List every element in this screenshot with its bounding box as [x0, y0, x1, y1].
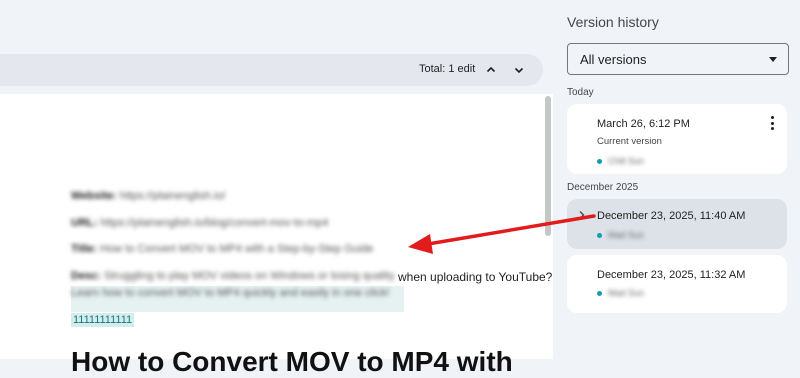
title-line: Title: How to Convert MOV to MP4 with a … — [71, 243, 373, 255]
url-line: URL: https://plainenglish.io/blog/conver… — [71, 217, 328, 229]
version-author: Mad Sun — [597, 230, 644, 240]
caret-down-icon — [769, 57, 777, 62]
group-label-today: Today — [567, 87, 594, 98]
url-label: URL: — [71, 217, 98, 229]
chevron-down-icon — [514, 67, 524, 74]
next-edit-button[interactable] — [509, 60, 529, 80]
panel-title: Version history — [567, 14, 659, 30]
version-author: Mad Sun — [597, 288, 644, 298]
desc-line: Desc: Struggling to play MOV videos on W… — [71, 270, 394, 282]
desc-visible-text: when uploading to YouTube? — [398, 270, 553, 284]
author-color-dot — [597, 158, 602, 164]
chevron-right-icon[interactable] — [578, 210, 586, 223]
url-value: https://plainenglish.io/blog/convert-mov… — [100, 217, 329, 229]
versions-filter-value: All versions — [580, 52, 647, 67]
version-card-selected[interactable]: December 23, 2025, 11:40 AM Mad Sun — [567, 199, 787, 249]
version-card[interactable]: December 23, 2025, 11:32 AM Mad Sun — [567, 255, 787, 313]
version-author: Chill Sun — [597, 156, 644, 166]
desc-label: Desc: — [71, 270, 101, 282]
website-value: https://plainenglish.io/ — [119, 190, 226, 202]
versions-filter-dropdown[interactable]: All versions — [567, 43, 789, 75]
website-line: Website: https://plainenglish.io/ — [71, 190, 226, 202]
website-label: Website: — [71, 190, 117, 202]
title-value: How to Convert MOV to MP4 with a Step-by… — [100, 243, 374, 255]
article-heading: How to Convert MOV to MP4 with — [71, 346, 513, 377]
author-name: Mad Sun — [608, 288, 645, 298]
chevron-up-icon — [486, 66, 496, 73]
author-color-dot — [597, 290, 602, 296]
more-vert-icon[interactable] — [767, 116, 777, 130]
author-name: Chill Sun — [608, 156, 645, 166]
edit-total-count: Total: 1 edit — [419, 63, 476, 75]
document-area: Total: 1 edit Website: https://plainengl… — [0, 0, 555, 377]
version-time: December 23, 2025, 11:32 AM — [597, 269, 746, 281]
previous-edit-button[interactable] — [481, 60, 501, 80]
current-version-label: Current version — [597, 136, 662, 147]
title-label: Title: — [71, 243, 98, 255]
desc-line-2: Learn how to convert MOV to MP4 quickly … — [71, 287, 390, 299]
inserted-text: 11111111111 — [71, 313, 135, 327]
version-time: March 26, 6:12 PM — [597, 118, 690, 130]
desc-value: Struggling to play MOV videos on Windows… — [104, 270, 395, 282]
version-time: December 23, 2025, 11:40 AM — [597, 210, 746, 222]
author-color-dot — [597, 232, 602, 238]
document-scrollbar[interactable] — [545, 96, 551, 236]
group-label-december: December 2025 — [567, 182, 639, 193]
author-name: Mad Sun — [608, 230, 645, 240]
version-history-panel: Version history All versions Today March… — [555, 0, 800, 359]
version-card-current[interactable]: March 26, 6:12 PM Current version Chill … — [567, 104, 787, 174]
edit-navigation-bar: Total: 1 edit — [0, 54, 543, 86]
